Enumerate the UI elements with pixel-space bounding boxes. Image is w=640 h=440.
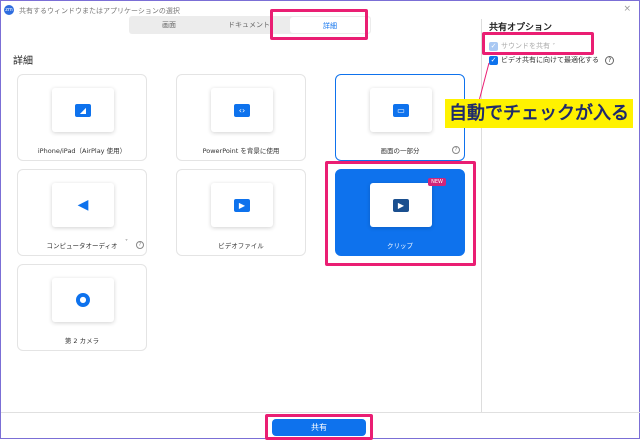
highlight-box-share	[265, 414, 373, 440]
annotation-callout: 自動でチェックが入る	[445, 99, 633, 128]
footer-divider	[1, 412, 640, 413]
annotation-line	[478, 62, 490, 102]
